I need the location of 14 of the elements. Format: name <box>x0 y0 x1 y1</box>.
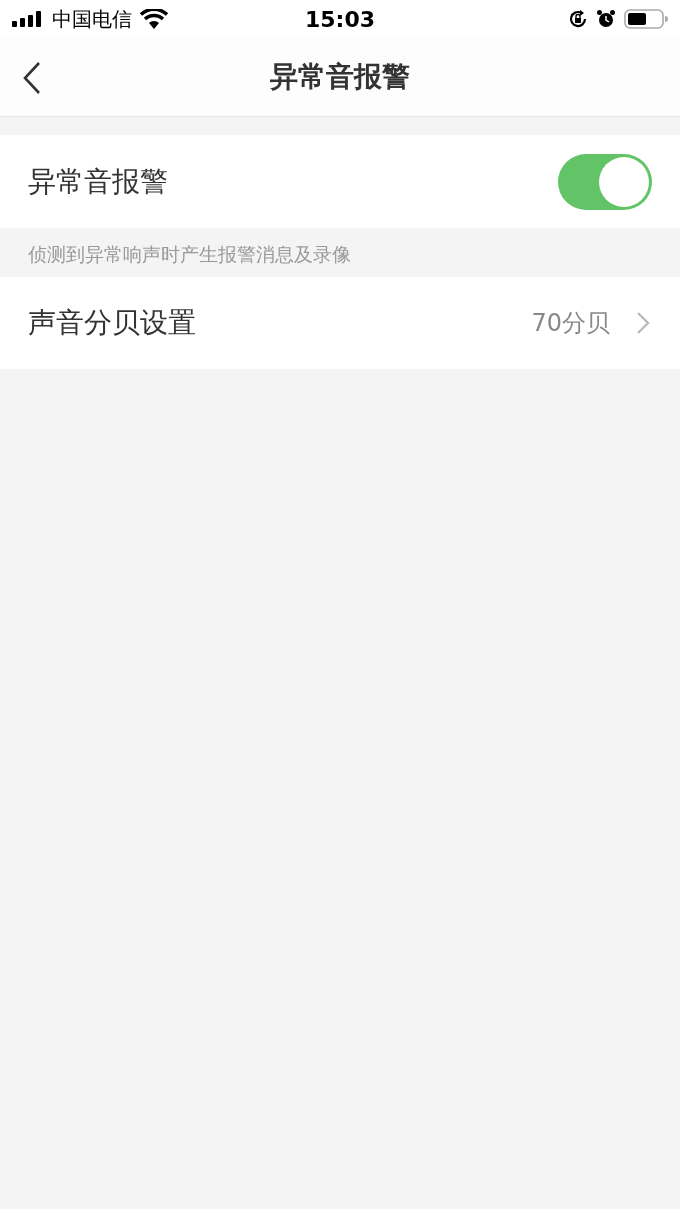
rotation-lock-icon <box>568 9 588 29</box>
chevron-icon <box>636 311 650 335</box>
signal-icon <box>12 11 44 27</box>
setting-label: 异常音报警 <box>28 163 168 200</box>
setting-label: 声音分贝设置 <box>28 305 196 341</box>
alarm-clock-icon <box>596 9 616 29</box>
page-title: 异常音报警 <box>270 59 410 95</box>
wifi-icon <box>140 9 168 29</box>
carrier-name: 中国电信 <box>52 5 132 33</box>
settings-row[interactable]: 声音分贝设置 70分贝 <box>0 277 680 369</box>
setting-value: 70分贝 <box>531 308 610 339</box>
clock-time: 15:03 <box>305 6 375 32</box>
battery-icon <box>624 9 668 29</box>
description-text: 侦测到异常响声时产生报警消息及录像 <box>27 242 352 267</box>
